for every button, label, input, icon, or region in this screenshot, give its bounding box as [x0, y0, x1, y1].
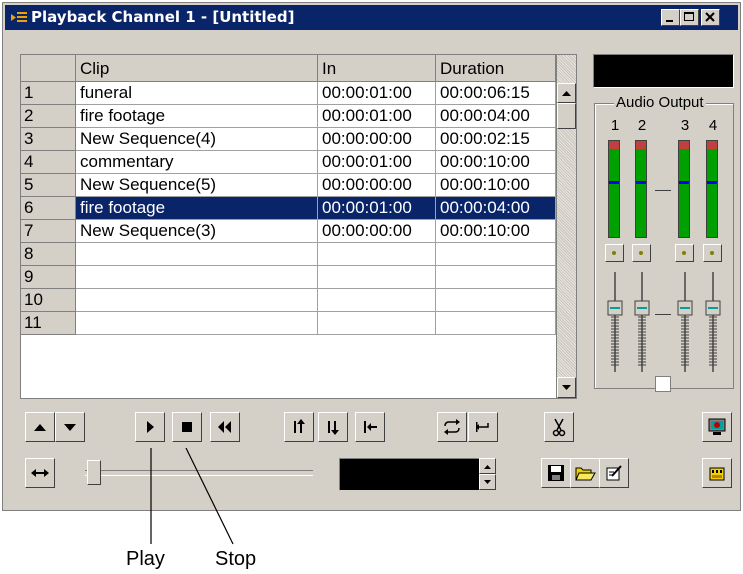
stop-callout-label: Stop [215, 548, 257, 570]
play-callout-label: Play [126, 548, 165, 570]
callout-lines [150, 447, 234, 545]
